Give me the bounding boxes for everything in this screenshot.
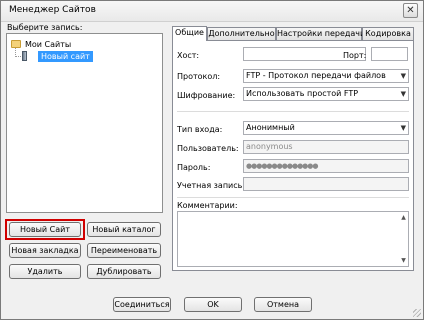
site-tree[interactable]: Мои Сайты Новый сайт — [6, 33, 163, 213]
separator — [177, 197, 409, 198]
protocol-value: FTP - Протокол передачи файлов — [246, 71, 386, 80]
delete-button[interactable]: Удалить — [9, 264, 81, 279]
encryption-select[interactable]: Использовать простой FTP ▼ — [243, 87, 409, 101]
chevron-down-icon: ▼ — [400, 72, 406, 80]
separator — [177, 111, 409, 112]
ok-button[interactable]: OK — [184, 297, 242, 312]
protocol-select[interactable]: FTP - Протокол передачи файлов ▼ — [243, 69, 409, 83]
close-button[interactable]: ✕ — [403, 3, 418, 18]
scroll-up-icon[interactable]: ▲ — [399, 213, 408, 222]
new-site-button[interactable]: Новый Сайт — [9, 222, 81, 237]
connect-button[interactable]: Соединиться — [113, 297, 171, 312]
tree-item-new-site[interactable]: Новый сайт — [38, 51, 93, 62]
duplicate-button[interactable]: Дублировать — [87, 264, 161, 279]
port-label: Порт: — [343, 51, 367, 60]
window-title: Менеджер Сайтов — [9, 5, 96, 15]
tree-item-my-sites[interactable]: Мои Сайты — [25, 39, 71, 50]
port-input[interactable] — [371, 47, 408, 61]
protocol-label: Протокол: — [177, 72, 221, 81]
encryption-label: Шифрование: — [177, 91, 236, 100]
logon-type-value: Анонимный — [246, 123, 295, 132]
password-input[interactable]: ●●●●●●●●●●●●●● — [243, 159, 409, 173]
title-bar[interactable]: Менеджер Сайтов ✕ — [1, 1, 423, 22]
user-input[interactable]: anonymous — [243, 140, 409, 154]
user-label: Пользователь: — [177, 144, 239, 153]
tree-connector — [15, 56, 21, 57]
chevron-down-icon: ▼ — [400, 90, 406, 98]
tab-general[interactable]: Общие — [172, 26, 207, 41]
resize-grip-icon[interactable] — [413, 309, 421, 317]
comments-label: Комментарии: — [177, 201, 238, 210]
general-tab-panel: Хост: Порт: Протокол: FTP - Протокол пер… — [172, 40, 414, 271]
site-manager-dialog: Менеджер Сайтов ✕ Выберите запись: Мои С… — [0, 0, 424, 320]
scroll-down-icon[interactable]: ▼ — [399, 256, 408, 265]
new-bookmark-button[interactable]: Новая закладка — [9, 243, 81, 258]
comments-textarea[interactable]: ▲ ▼ — [177, 211, 409, 267]
encryption-value: Использовать простой FTP — [246, 89, 359, 98]
cancel-button[interactable]: Отмена — [254, 297, 312, 312]
rename-button[interactable]: Переименовать — [87, 243, 161, 258]
host-label: Хост: — [177, 51, 200, 60]
tab-transfer-settings[interactable]: Настройки передачи — [276, 27, 365, 40]
select-entry-label: Выберите запись: — [7, 23, 83, 32]
tab-advanced[interactable]: Дополнительно — [207, 27, 276, 40]
tab-charset[interactable]: Кодировка — [362, 27, 414, 40]
site-icon — [22, 51, 27, 61]
logon-type-label: Тип входа: — [177, 125, 223, 134]
account-label: Учетная запись: — [177, 181, 246, 190]
new-folder-button[interactable]: Новый каталог — [87, 222, 161, 237]
logon-type-select[interactable]: Анонимный ▼ — [243, 121, 409, 135]
password-label: Пароль: — [177, 163, 211, 172]
account-input[interactable] — [243, 177, 409, 191]
chevron-down-icon: ▼ — [400, 124, 406, 132]
folder-icon — [11, 40, 21, 48]
